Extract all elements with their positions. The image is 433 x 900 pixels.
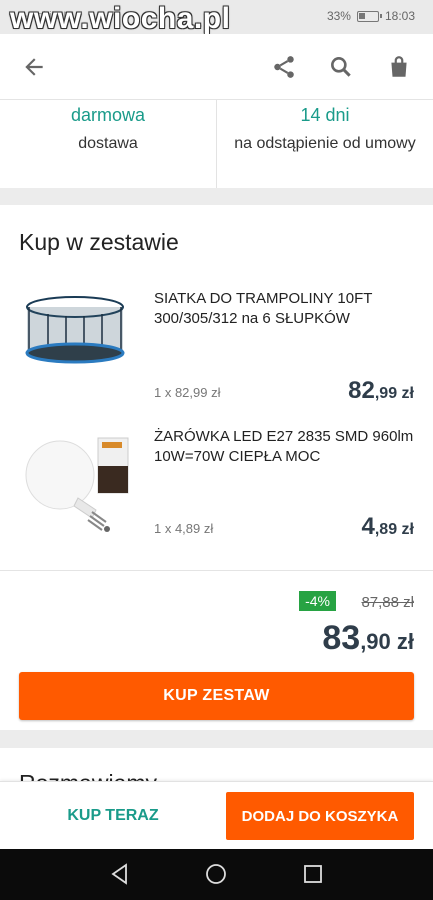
product-price-main: 4 bbox=[361, 513, 375, 540]
bottom-action-bar: KUP TERAZ DODAJ DO KOSZYKA bbox=[0, 781, 433, 849]
total-price-rest: ,90 zł bbox=[360, 629, 414, 654]
buy-set-card: Kup w zestawie SIATKA DO TRAMPOLINY 10FT… bbox=[0, 205, 433, 730]
trampoline-net-image bbox=[25, 296, 125, 364]
system-nav-bar bbox=[0, 849, 433, 900]
delivery-info: darmowa dostawa 14 dni na odstąpienie od… bbox=[0, 100, 433, 188]
product-name[interactable]: SIATKA DO TRAMPOLINY 10FT 300/305/312 na… bbox=[154, 289, 414, 329]
top-toolbar bbox=[0, 34, 433, 100]
product-price: 4,89 zł bbox=[362, 513, 415, 541]
shopping-bag-icon[interactable] bbox=[375, 34, 423, 100]
product-price-rest: ,89 zł bbox=[374, 521, 414, 538]
app-screen: T-Mobile.NL 33% 18:03 www.wiocha.pl darm… bbox=[0, 0, 433, 900]
product-price-main: 82 bbox=[348, 377, 375, 404]
discount-badge: -4% bbox=[299, 591, 336, 611]
search-icon[interactable] bbox=[317, 34, 365, 100]
add-to-cart-button[interactable]: DODAJ DO KOSZYKA bbox=[226, 792, 414, 840]
free-delivery-label: dostawa bbox=[78, 135, 138, 152]
battery-percent: 33% bbox=[326, 9, 351, 23]
set-product[interactable]: ŻARÓWKA LED E27 2835 SMD 960lm 10W=70W C… bbox=[0, 415, 433, 545]
arrow-left-icon[interactable] bbox=[10, 34, 58, 100]
share-icon[interactable] bbox=[260, 34, 308, 100]
nav-home-icon[interactable] bbox=[204, 862, 228, 886]
product-quantity: 1 x 4,89 zł bbox=[154, 521, 214, 536]
old-price: 87,88 zł bbox=[361, 594, 414, 611]
product-name[interactable]: ŻARÓWKA LED E27 2835 SMD 960lm 10W=70W C… bbox=[154, 427, 414, 467]
nav-recents-icon[interactable] bbox=[301, 862, 325, 886]
buy-set-button[interactable]: KUP ZESTAW bbox=[19, 672, 414, 720]
set-product[interactable]: SIATKA DO TRAMPOLINY 10FT 300/305/312 na… bbox=[0, 277, 433, 407]
status-right: 33% 18:03 bbox=[327, 9, 415, 23]
return-days-highlight: 14 dni bbox=[300, 105, 350, 125]
battery-icon bbox=[356, 10, 382, 22]
free-delivery-info: darmowa dostawa bbox=[0, 100, 216, 188]
free-delivery-highlight: darmowa bbox=[70, 105, 146, 125]
total-price-main: 83 bbox=[322, 619, 361, 657]
nav-back-icon[interactable] bbox=[108, 862, 132, 886]
status-bar: T-Mobile.NL 33% 18:03 www.wiocha.pl bbox=[0, 0, 433, 35]
clock: 18:03 bbox=[384, 9, 415, 23]
led-bulb-image bbox=[25, 437, 129, 532]
product-price-rest: ,99 zł bbox=[374, 385, 414, 402]
set-section-title: Kup w zestawie bbox=[19, 229, 179, 255]
product-quantity: 1 x 82,99 zł bbox=[154, 385, 221, 400]
set-total-price: 83,90 zł bbox=[322, 619, 414, 658]
watermark-logo: www.wiocha.pl bbox=[10, 2, 231, 35]
product-price: 82,99 zł bbox=[348, 377, 414, 405]
return-policy-label: na odstąpienie od umowy bbox=[234, 135, 416, 152]
buy-now-button[interactable]: KUP TERAZ bbox=[20, 792, 206, 840]
return-policy-info: 14 dni na odstąpienie od umowy bbox=[216, 100, 433, 188]
section-divider bbox=[0, 570, 433, 571]
